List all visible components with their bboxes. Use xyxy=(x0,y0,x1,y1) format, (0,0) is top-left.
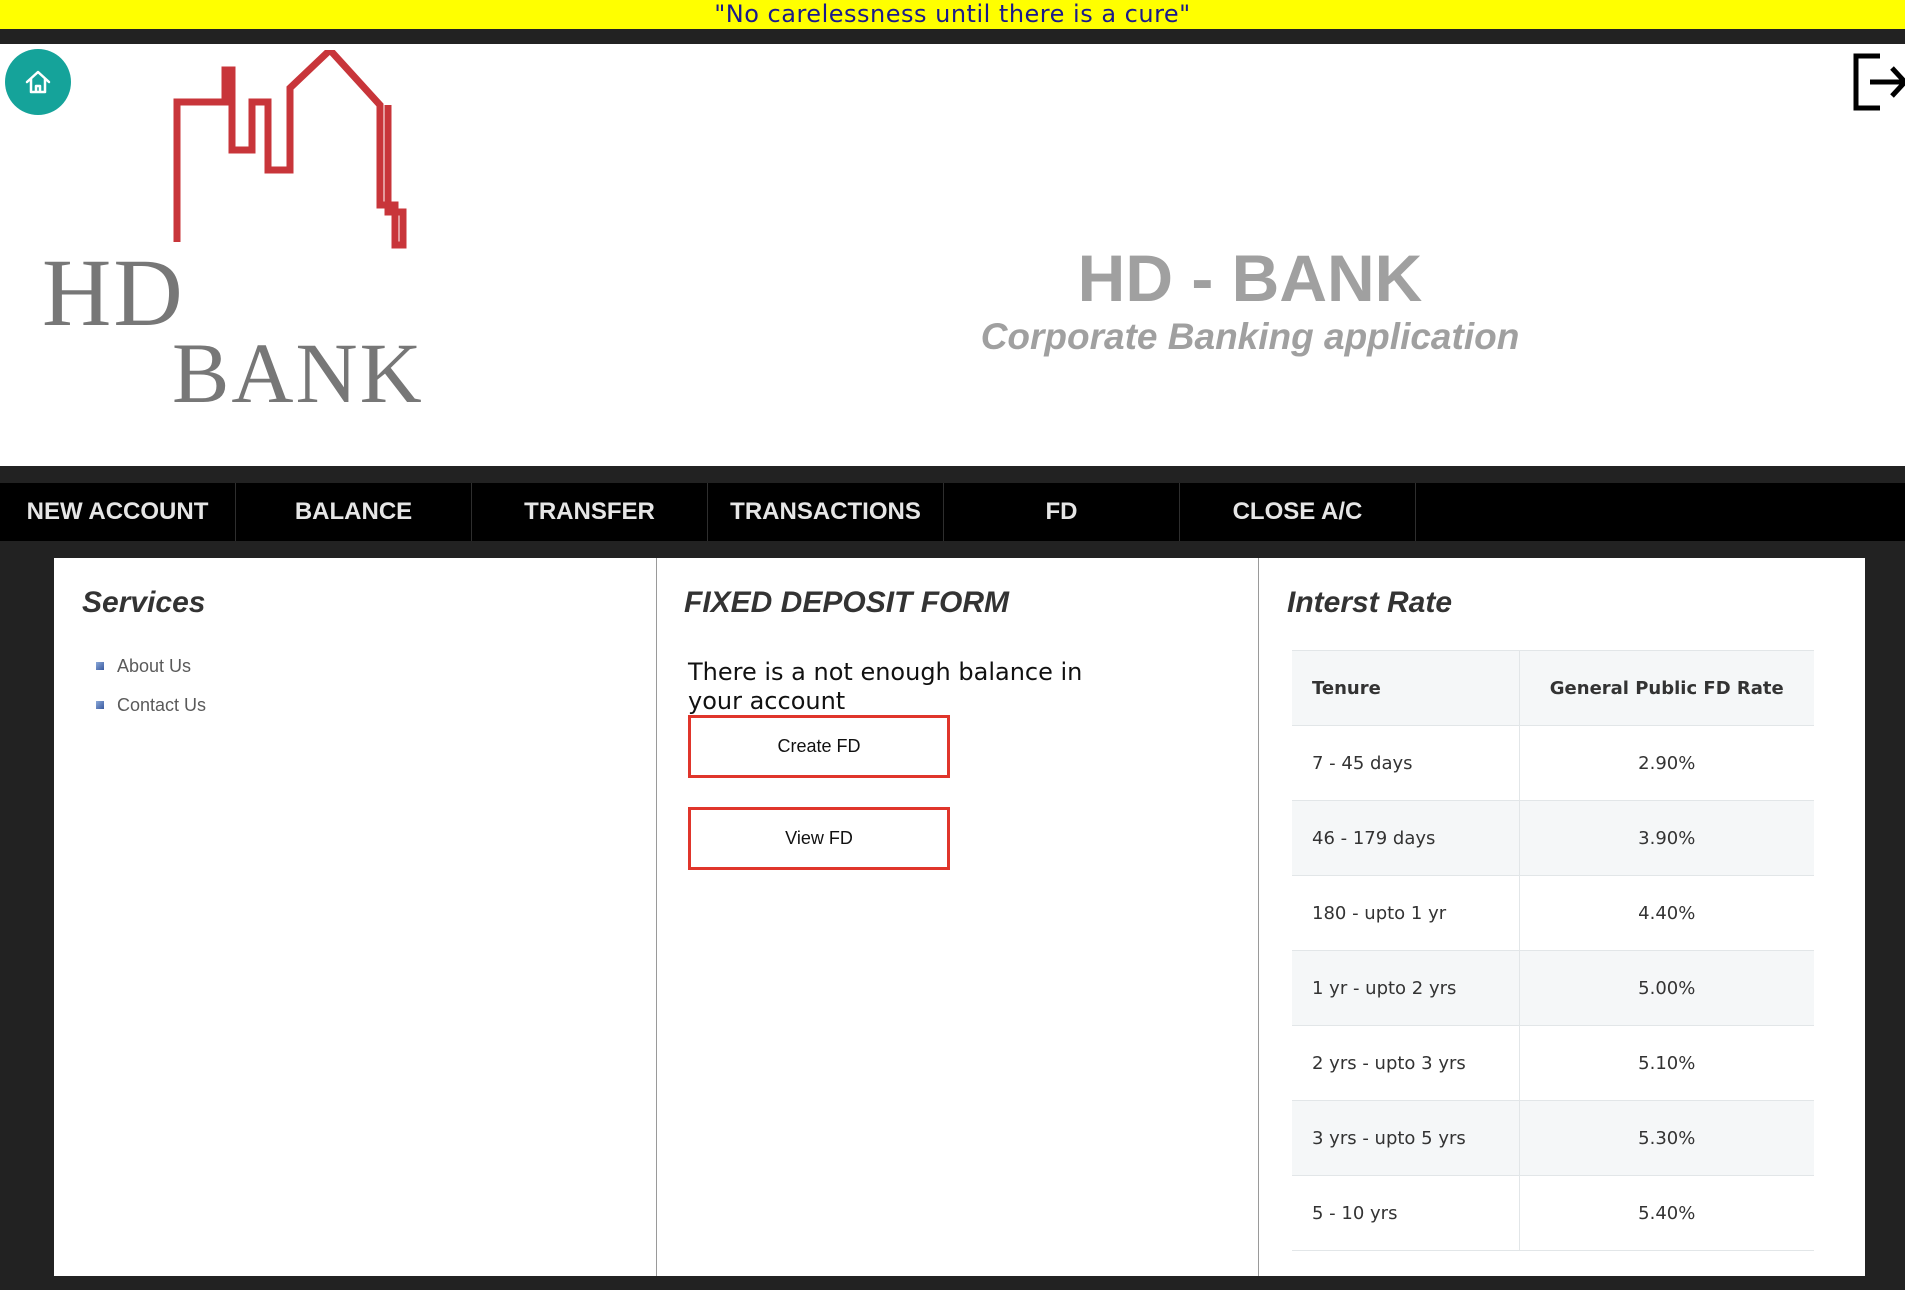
rate-cell: 5.30% xyxy=(1519,1100,1814,1176)
nav-fd[interactable]: FD xyxy=(944,483,1180,541)
view-fd-button[interactable]: View FD xyxy=(688,807,950,870)
bullet-icon xyxy=(96,662,104,670)
column-divider xyxy=(1258,558,1259,1276)
column-header-rate: General Public FD Rate xyxy=(1519,650,1814,726)
bank-subtitle: Corporate Banking application xyxy=(980,316,1520,357)
table-row: 5 - 10 yrs 5.40% xyxy=(1292,1175,1814,1251)
main-navigation: NEW ACCOUNT BALANCE TRANSFER TRANSACTION… xyxy=(0,483,1905,541)
rate-cell: 5.40% xyxy=(1519,1175,1814,1251)
nav-transactions[interactable]: TRANSACTIONS xyxy=(708,483,944,541)
rate-cell: 5.00% xyxy=(1519,950,1814,1026)
logo-text-bank: BANK xyxy=(172,325,424,421)
content-panel: Services About Us Contact Us FIXED DEPOS… xyxy=(54,558,1865,1276)
interest-rate-title: Interst Rate xyxy=(1287,586,1453,619)
nav-balance[interactable]: BALANCE xyxy=(236,483,472,541)
nav-close-account[interactable]: CLOSE A/C xyxy=(1180,483,1416,541)
home-icon xyxy=(25,70,51,94)
tenure-cell: 2 yrs - upto 3 yrs xyxy=(1292,1025,1520,1101)
table-row: 46 - 179 days 3.90% xyxy=(1292,800,1814,876)
nav-transfer[interactable]: TRANSFER xyxy=(472,483,708,541)
column-divider xyxy=(656,558,657,1276)
create-fd-button[interactable]: Create FD xyxy=(688,715,950,778)
column-header-tenure: Tenure xyxy=(1292,650,1520,726)
top-strip xyxy=(0,29,1905,44)
balance-error-message: There is a not enough balance in your ac… xyxy=(688,658,1083,715)
home-button[interactable] xyxy=(5,49,71,115)
table-row: 1 yr - upto 2 yrs 5.00% xyxy=(1292,950,1814,1026)
announcement-banner: "No carelessness until there is a cure" xyxy=(0,0,1905,29)
tenure-cell: 46 - 179 days xyxy=(1292,800,1520,876)
bank-title: HD - BANK xyxy=(1077,241,1423,315)
table-row: 7 - 45 days 2.90% xyxy=(1292,725,1814,801)
nav-new-account[interactable]: NEW ACCOUNT xyxy=(0,483,236,541)
logout-icon xyxy=(1853,53,1905,111)
bullet-icon xyxy=(96,701,104,709)
table-row: 180 - upto 1 yr 4.40% xyxy=(1292,875,1814,951)
table-row: 2 yrs - upto 3 yrs 5.10% xyxy=(1292,1025,1814,1101)
tenure-cell: 7 - 45 days xyxy=(1292,725,1520,801)
table-header-row: Tenure General Public FD Rate xyxy=(1292,650,1814,726)
interest-rate-table: Tenure General Public FD Rate 7 - 45 day… xyxy=(1292,650,1814,1251)
rate-cell: 3.90% xyxy=(1519,800,1814,876)
tenure-cell: 3 yrs - upto 5 yrs xyxy=(1292,1100,1520,1176)
services-link-contact[interactable]: Contact Us xyxy=(117,696,206,714)
logout-button[interactable] xyxy=(1850,50,1905,114)
tenure-cell: 5 - 10 yrs xyxy=(1292,1175,1520,1251)
table-row: 3 yrs - upto 5 yrs 5.30% xyxy=(1292,1100,1814,1176)
services-title: Services xyxy=(82,586,206,619)
rate-cell: 2.90% xyxy=(1519,725,1814,801)
services-link-about[interactable]: About Us xyxy=(117,657,191,675)
rate-cell: 4.40% xyxy=(1519,875,1814,951)
fd-form-title: FIXED DEPOSIT FORM xyxy=(684,586,1010,619)
logo-text-hd: HD xyxy=(42,239,185,346)
tenure-cell: 1 yr - upto 2 yrs xyxy=(1292,950,1520,1026)
rate-cell: 5.10% xyxy=(1519,1025,1814,1101)
tenure-cell: 180 - upto 1 yr xyxy=(1292,875,1520,951)
